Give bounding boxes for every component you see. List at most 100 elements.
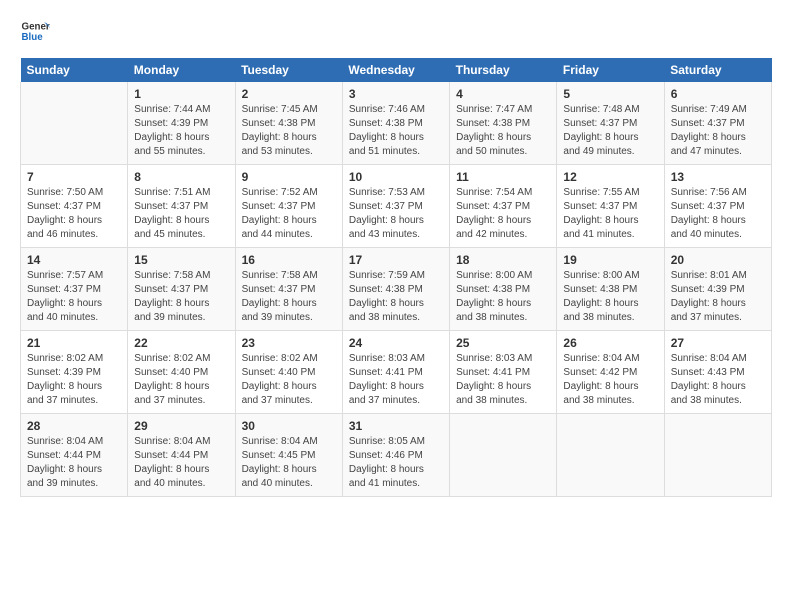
day-number: 7 <box>27 170 121 184</box>
day-cell <box>664 414 771 497</box>
day-cell: 10 Sunrise: 7:53 AM Sunset: 4:37 PM Dayli… <box>342 165 449 248</box>
day-number: 26 <box>563 336 657 350</box>
day-cell: 5 Sunrise: 7:48 AM Sunset: 4:37 PM Daylig… <box>557 82 664 165</box>
day-number: 30 <box>242 419 336 433</box>
day-cell: 9 Sunrise: 7:52 AM Sunset: 4:37 PM Daylig… <box>235 165 342 248</box>
day-info: Sunrise: 8:00 AM Sunset: 4:38 PM Dayligh… <box>456 269 550 325</box>
day-cell: 4Sunrise: 7:47 AM Sunset: 4:38 PM Daylig… <box>450 82 557 165</box>
day-cell: 22Sunrise: 8:02 AM Sunset: 4:40 PM Dayli… <box>128 331 235 414</box>
day-cell: 24Sunrise: 8:03 AM Sunset: 4:41 PM Dayli… <box>342 331 449 414</box>
day-info: Sunrise: 7:57 AM Sunset: 4:37 PM Dayligh… <box>27 269 121 325</box>
day-number: 31 <box>349 419 443 433</box>
day-number: 23 <box>242 336 336 350</box>
day-cell: 27 Sunrise: 8:04 AM Sunset: 4:43 PM Dayli… <box>664 331 771 414</box>
day-cell <box>21 82 128 165</box>
day-info: Sunrise: 8:04 AM Sunset: 4:44 PM Dayligh… <box>27 435 121 491</box>
day-number: 1 <box>134 87 228 101</box>
day-cell: 20 Sunrise: 8:01 AM Sunset: 4:39 PM Dayli… <box>664 248 771 331</box>
day-info: Sunrise: 8:01 AM Sunset: 4:39 PM Dayligh… <box>671 269 765 325</box>
day-cell: 30 Sunrise: 8:04 AM Sunset: 4:45 PM Dayli… <box>235 414 342 497</box>
header-cell: Wednesday <box>342 58 449 82</box>
day-number: 15 <box>134 253 228 267</box>
day-info: Sunrise: 7:52 AM Sunset: 4:37 PM Dayligh… <box>242 186 336 242</box>
day-number: 17 <box>349 253 443 267</box>
day-cell: 23 Sunrise: 8:02 AM Sunset: 4:40 PM Dayli… <box>235 331 342 414</box>
day-cell: 15 Sunrise: 7:58 AM Sunset: 4:37 PM Dayli… <box>128 248 235 331</box>
day-number: 4 <box>456 87 550 101</box>
day-info: Sunrise: 7:48 AM Sunset: 4:37 PM Dayligh… <box>563 103 657 159</box>
logo-icon: General Blue <box>20 16 50 46</box>
day-number: 8 <box>134 170 228 184</box>
day-number: 2 <box>242 87 336 101</box>
day-cell: 14 Sunrise: 7:57 AM Sunset: 4:37 PM Dayli… <box>21 248 128 331</box>
day-info: Sunrise: 8:02 AM Sunset: 4:40 PM Dayligh… <box>134 352 228 408</box>
day-number: 18 <box>456 253 550 267</box>
day-info: Sunrise: 8:04 AM Sunset: 4:43 PM Dayligh… <box>671 352 765 408</box>
day-number: 11 <box>456 170 550 184</box>
day-cell: 31 Sunrise: 8:05 AM Sunset: 4:46 PM Dayli… <box>342 414 449 497</box>
day-cell: 1Sunrise: 7:44 AM Sunset: 4:39 PM Daylig… <box>128 82 235 165</box>
day-cell: 12Sunrise: 7:55 AM Sunset: 4:37 PM Dayli… <box>557 165 664 248</box>
day-info: Sunrise: 8:03 AM Sunset: 4:41 PM Dayligh… <box>456 352 550 408</box>
day-cell: 2 Sunrise: 7:45 AM Sunset: 4:38 PM Daylig… <box>235 82 342 165</box>
day-number: 5 <box>563 87 657 101</box>
day-info: Sunrise: 7:49 AM Sunset: 4:37 PM Dayligh… <box>671 103 765 159</box>
day-info: Sunrise: 8:02 AM Sunset: 4:39 PM Dayligh… <box>27 352 121 408</box>
day-number: 10 <box>349 170 443 184</box>
header: General Blue <box>20 16 772 46</box>
day-cell: 3 Sunrise: 7:46 AM Sunset: 4:38 PM Daylig… <box>342 82 449 165</box>
day-cell: 11 Sunrise: 7:54 AM Sunset: 4:37 PM Dayli… <box>450 165 557 248</box>
week-row: 14 Sunrise: 7:57 AM Sunset: 4:37 PM Dayli… <box>21 248 772 331</box>
day-cell: 21 Sunrise: 8:02 AM Sunset: 4:39 PM Dayli… <box>21 331 128 414</box>
day-info: Sunrise: 8:02 AM Sunset: 4:40 PM Dayligh… <box>242 352 336 408</box>
header-cell: Tuesday <box>235 58 342 82</box>
header-cell: Monday <box>128 58 235 82</box>
day-number: 21 <box>27 336 121 350</box>
day-info: Sunrise: 7:59 AM Sunset: 4:38 PM Dayligh… <box>349 269 443 325</box>
day-number: 13 <box>671 170 765 184</box>
day-info: Sunrise: 7:54 AM Sunset: 4:37 PM Dayligh… <box>456 186 550 242</box>
day-cell <box>450 414 557 497</box>
day-cell: 17 Sunrise: 7:59 AM Sunset: 4:38 PM Dayli… <box>342 248 449 331</box>
day-info: Sunrise: 8:04 AM Sunset: 4:45 PM Dayligh… <box>242 435 336 491</box>
day-number: 24 <box>349 336 443 350</box>
day-info: Sunrise: 7:51 AM Sunset: 4:37 PM Dayligh… <box>134 186 228 242</box>
day-cell: 8 Sunrise: 7:51 AM Sunset: 4:37 PM Daylig… <box>128 165 235 248</box>
week-row: 21 Sunrise: 8:02 AM Sunset: 4:39 PM Dayli… <box>21 331 772 414</box>
day-cell: 18 Sunrise: 8:00 AM Sunset: 4:38 PM Dayli… <box>450 248 557 331</box>
day-cell: 29Sunrise: 8:04 AM Sunset: 4:44 PM Dayli… <box>128 414 235 497</box>
day-number: 14 <box>27 253 121 267</box>
day-info: Sunrise: 8:00 AM Sunset: 4:38 PM Dayligh… <box>563 269 657 325</box>
day-info: Sunrise: 7:58 AM Sunset: 4:37 PM Dayligh… <box>134 269 228 325</box>
day-number: 16 <box>242 253 336 267</box>
header-cell: Thursday <box>450 58 557 82</box>
day-info: Sunrise: 7:46 AM Sunset: 4:38 PM Dayligh… <box>349 103 443 159</box>
day-cell: 28 Sunrise: 8:04 AM Sunset: 4:44 PM Dayli… <box>21 414 128 497</box>
day-number: 20 <box>671 253 765 267</box>
day-number: 27 <box>671 336 765 350</box>
header-cell: Sunday <box>21 58 128 82</box>
day-number: 19 <box>563 253 657 267</box>
day-number: 28 <box>27 419 121 433</box>
day-info: Sunrise: 7:58 AM Sunset: 4:37 PM Dayligh… <box>242 269 336 325</box>
day-info: Sunrise: 7:45 AM Sunset: 4:38 PM Dayligh… <box>242 103 336 159</box>
day-info: Sunrise: 7:50 AM Sunset: 4:37 PM Dayligh… <box>27 186 121 242</box>
day-cell: 16 Sunrise: 7:58 AM Sunset: 4:37 PM Dayli… <box>235 248 342 331</box>
week-row: 28 Sunrise: 8:04 AM Sunset: 4:44 PM Dayli… <box>21 414 772 497</box>
header-cell: Friday <box>557 58 664 82</box>
week-row: 7 Sunrise: 7:50 AM Sunset: 4:37 PM Daylig… <box>21 165 772 248</box>
day-info: Sunrise: 8:05 AM Sunset: 4:46 PM Dayligh… <box>349 435 443 491</box>
day-number: 3 <box>349 87 443 101</box>
day-cell: 13 Sunrise: 7:56 AM Sunset: 4:37 PM Dayli… <box>664 165 771 248</box>
day-number: 9 <box>242 170 336 184</box>
calendar-table: SundayMondayTuesdayWednesdayThursdayFrid… <box>20 58 772 497</box>
day-info: Sunrise: 7:53 AM Sunset: 4:37 PM Dayligh… <box>349 186 443 242</box>
logo: General Blue <box>20 16 50 46</box>
day-info: Sunrise: 8:04 AM Sunset: 4:42 PM Dayligh… <box>563 352 657 408</box>
day-cell: 19 Sunrise: 8:00 AM Sunset: 4:38 PM Dayli… <box>557 248 664 331</box>
day-number: 25 <box>456 336 550 350</box>
day-cell: 6 Sunrise: 7:49 AM Sunset: 4:37 PM Daylig… <box>664 82 771 165</box>
day-info: Sunrise: 7:56 AM Sunset: 4:37 PM Dayligh… <box>671 186 765 242</box>
day-info: Sunrise: 7:55 AM Sunset: 4:37 PM Dayligh… <box>563 186 657 242</box>
day-number: 6 <box>671 87 765 101</box>
